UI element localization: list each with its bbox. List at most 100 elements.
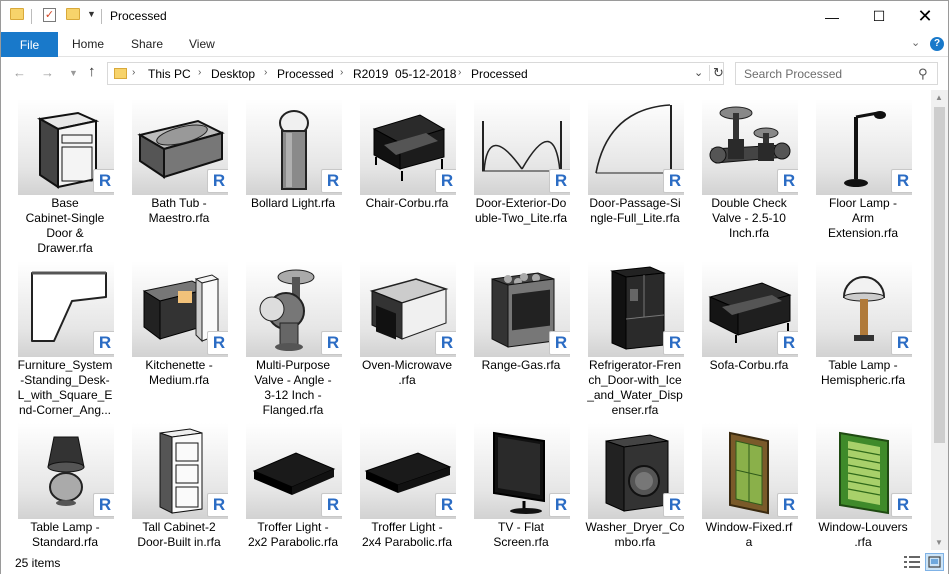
file-name: Table Lamp - Hemispheric.rfa [808,358,918,388]
file-name: Window-Louvers .rfa [808,520,918,550]
double-door-icon: R [474,99,570,195]
maximize-button[interactable]: ☐ [856,1,902,32]
tab-view[interactable]: View [189,37,215,51]
breadcrumb-this-pc[interactable]: This PC [148,67,191,81]
address-bar[interactable]: › This PC › Desktop › Processed › R2019 … [107,62,724,85]
file-item[interactable]: R Table Lamp - Standard.rfa [10,423,120,550]
file-name-line: Cabinet-Single [25,211,105,225]
recent-locations-icon[interactable]: ▼ [69,68,78,78]
revit-file-icon: R [549,493,570,517]
breadcrumb-desktop[interactable]: Desktop [211,67,255,81]
breadcrumb-r2019[interactable]: R2019 05-12-2018 [353,67,456,81]
large-icons-view-icon[interactable] [925,553,944,571]
revit-file-icon: R [891,331,912,355]
title-bar: ✓ ▼ Processed — ☐ ✕ [1,1,948,32]
file-name: Table Lamp - Standard.rfa [10,520,120,550]
search-box[interactable]: Search Processed ⚲ [735,62,938,85]
file-item[interactable]: R Window-Louvers .rfa [808,423,918,550]
file-item[interactable]: R Range-Gas.rfa [466,261,576,421]
breadcrumb-separator[interactable]: › [340,67,343,78]
search-icon[interactable]: ⚲ [918,66,928,82]
file-item[interactable]: R Oven-Microwave .rfa [352,261,462,421]
up-button[interactable]: ↑ [88,63,96,80]
file-name-line: Arm [852,211,874,225]
breadcrumb-separator[interactable]: › [458,67,461,78]
forward-button[interactable]: → [41,65,54,80]
file-item[interactable]: R Troffer Light -2x2 Parabolic.rfa [238,423,348,550]
expand-ribbon-icon[interactable]: ⌄ [911,36,920,49]
file-item[interactable]: R Table Lamp - Hemispheric.rfa [808,261,918,421]
file-item[interactable]: R Furniture_System -Standing_Desk- L_with_S… [10,261,120,421]
file-item[interactable]: R Troffer Light -2x4 Parabolic.rfa [352,423,462,550]
revit-file-icon: R [321,493,342,517]
file-item[interactable]: R Tall Cabinet-2 Door-Built in.rfa [124,423,234,550]
folder-icon [114,68,127,79]
file-name: Troffer Light -2x2 Parabolic.rfa [238,520,348,550]
file-name-line: Door-Exterior-Do [475,196,567,210]
breadcrumb-separator[interactable]: › [264,67,267,78]
breadcrumb-processed[interactable]: Processed [277,67,334,81]
tv-icon: R [474,423,570,519]
breadcrumb-separator[interactable]: › [198,67,201,78]
tab-file[interactable]: File [1,32,58,57]
search-input[interactable]: Search Processed [744,67,842,81]
file-name: Kitchenette - Medium.rfa [124,358,234,388]
file-item[interactable]: R Bollard Light.rfa [238,99,348,259]
file-item[interactable]: R Bath Tub - Maestro.rfa [124,99,234,259]
file-item[interactable]: R Sofa-Corbu.rfa [694,261,804,421]
file-item[interactable]: R Double Check Valve - 2.5-10 Inch.rfa [694,99,804,259]
close-button[interactable]: ✕ [902,1,948,32]
revit-file-icon: R [777,493,798,517]
file-name-line: 3-12 Inch - [264,388,322,402]
file-item[interactable]: R Window-Fixed.rf a [694,423,804,550]
file-item[interactable]: R Base Cabinet-Single Door & Drawer.rfa [10,99,120,259]
file-name: Oven-Microwave .rfa [352,358,462,388]
refresh-icon[interactable]: ↻ [709,65,724,81]
customize-toolbar-icon[interactable]: ▼ [87,9,96,19]
file-item[interactable]: R TV - Flat Screen.rfa [466,423,576,550]
tab-home[interactable]: Home [72,37,104,51]
file-name-line: 2x4 Parabolic.rfa [361,535,453,549]
file-name-line: .rfa [398,373,416,387]
file-name-line: Medium.rfa [148,373,210,387]
file-name-line: mbo.rfa [614,535,656,549]
file-item[interactable]: R Multi-Purpose Valve - Angle -3-12 Inch -… [238,261,348,421]
file-name-line: 2x2 Parabolic.rfa [247,535,339,549]
back-button[interactable]: ← [13,65,26,80]
breadcrumb-current[interactable]: Processed [471,67,528,81]
file-item[interactable]: R Kitchenette - Medium.rfa [124,261,234,421]
scroll-down-icon[interactable]: ▼ [935,538,943,547]
single-door-icon: R [588,99,684,195]
file-name-line: Window-Fixed.rf [705,520,793,534]
properties-icon[interactable]: ✓ [43,8,56,22]
file-item[interactable]: R Floor Lamp - Arm Extension.rfa [808,99,918,259]
vertical-scrollbar[interactable]: ▲ ▼ [931,90,948,550]
help-icon[interactable]: ? [930,37,944,51]
scrollbar-thumb[interactable] [934,107,945,443]
file-name-line: Maestro.rfa [148,211,210,225]
troffer-2x2-icon: R [246,423,342,519]
file-item[interactable]: R Chair-Corbu.rfa [352,99,462,259]
details-view-icon[interactable] [904,555,920,569]
scroll-up-icon[interactable]: ▲ [935,93,943,102]
address-dropdown-icon[interactable]: ⌄ [694,66,703,79]
file-item[interactable]: R Door-Passage-Si ngle-Full_Lite.rfa [580,99,690,259]
file-item[interactable]: R Washer_Dryer_Co mbo.rfa [580,423,690,550]
file-name-line: Base [51,196,79,210]
minimize-button[interactable]: — [809,1,855,32]
revit-file-icon: R [435,331,456,355]
file-name: Refrigerator-Fren ch_Door-with_Ice _and_Wa… [580,358,690,418]
file-name: Tall Cabinet-2 Door-Built in.rfa [124,520,234,550]
tab-share[interactable]: Share [131,37,163,51]
window-fixed-icon: R [702,423,798,519]
file-item[interactable]: R Door-Exterior-Do uble-Two_Lite.rfa [466,99,576,259]
file-name: Double Check Valve - 2.5-10 Inch.rfa [694,196,804,241]
new-folder-icon[interactable] [66,8,80,20]
file-name: Range-Gas.rfa [466,358,576,373]
file-list: R Base Cabinet-Single Door & Drawer.rfa R Bath… [1,90,931,550]
file-name: Floor Lamp - Arm Extension.rfa [808,196,918,241]
angle-valve-icon: R [246,261,342,357]
file-name-line: _and_Water_Disp [587,388,683,402]
file-item[interactable]: R Refrigerator-Fren ch_Door-with_Ice _and_W… [580,261,690,421]
file-name-line: Door-Passage-Si [589,196,681,210]
